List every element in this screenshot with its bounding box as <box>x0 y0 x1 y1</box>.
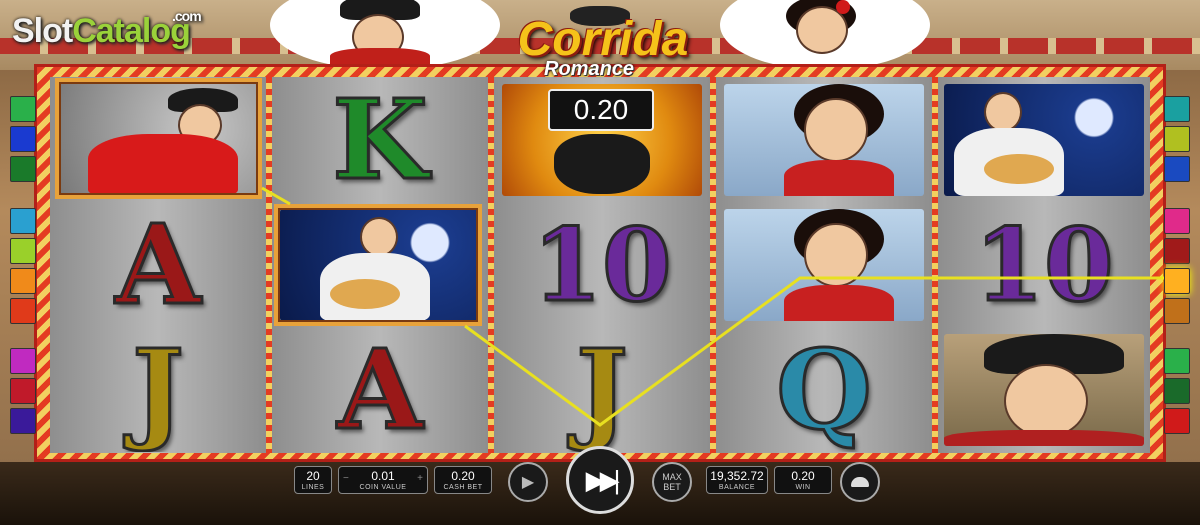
symbol-matador <box>938 327 1150 452</box>
payline-button[interactable] <box>10 348 36 374</box>
increase-icon[interactable]: + <box>417 473 423 484</box>
spin-button[interactable]: ▶▶| <box>566 446 634 514</box>
payline-button[interactable] <box>10 96 36 122</box>
play-icon: ▶ <box>521 474 535 491</box>
lines-selector[interactable]: 20 LINES <box>294 466 332 494</box>
reel-4: Q <box>716 77 932 453</box>
symbol-10: 10 <box>531 205 673 324</box>
payline-button[interactable] <box>10 126 36 152</box>
symbol-a: A <box>114 202 202 327</box>
payline-button-active[interactable] <box>1164 268 1190 294</box>
symbol-q: Q <box>775 327 874 452</box>
balance-display: 19,352.72 BALANCE <box>706 466 768 494</box>
payline-button[interactable] <box>10 378 36 404</box>
reel-3: 10 J <box>494 77 710 453</box>
reel-5: 10 <box>938 77 1150 453</box>
coin-value-selector[interactable]: − 0.01 COIN VALUE + <box>338 466 428 494</box>
game-title: Corrida Romance <box>517 13 689 81</box>
payline-button[interactable] <box>1164 408 1190 434</box>
payline-button[interactable] <box>10 408 36 434</box>
payline-button[interactable] <box>10 208 36 234</box>
win-highlight-guitarist <box>274 204 482 326</box>
senorita-character <box>780 0 870 64</box>
max-bet-button[interactable]: MAX BET <box>652 462 692 502</box>
payline-button[interactable] <box>1164 378 1190 404</box>
fast-forward-icon: ▶▶| <box>585 464 621 495</box>
decrease-icon[interactable]: − <box>343 473 349 484</box>
symbol-a: A <box>336 327 424 452</box>
payline-button[interactable] <box>1164 208 1190 234</box>
slotcatalog-logo: SlotCatalog .com <box>12 8 202 50</box>
symbol-k: K <box>331 77 430 202</box>
payline-button[interactable] <box>1164 238 1190 264</box>
line-win-amount: 0.20 <box>548 89 654 131</box>
payline-button[interactable] <box>1164 298 1190 324</box>
symbol-j: J <box>574 327 629 452</box>
cash-bet-display: 0.20 CASH BET <box>434 466 492 494</box>
payline-button[interactable] <box>1164 126 1190 152</box>
payline-button[interactable] <box>10 298 36 324</box>
symbol-j: J <box>130 327 185 452</box>
payline-button[interactable] <box>1164 348 1190 374</box>
win-display: 0.20 WIN <box>774 466 832 494</box>
symbol-senorita <box>716 77 932 202</box>
turtle-icon <box>851 477 869 487</box>
payline-button[interactable] <box>10 238 36 264</box>
payline-button[interactable] <box>1164 96 1190 122</box>
symbol-senorita <box>716 202 932 327</box>
payline-button[interactable] <box>1164 156 1190 182</box>
toreador-character <box>330 0 440 68</box>
payline-button[interactable] <box>10 156 36 182</box>
turbo-toggle-button[interactable] <box>840 462 880 502</box>
win-highlight-torero <box>55 78 262 199</box>
payline-button[interactable] <box>10 268 36 294</box>
symbol-10: 10 <box>973 205 1115 324</box>
autoplay-button[interactable]: ▶ <box>508 462 548 502</box>
symbol-guitarist <box>938 77 1150 202</box>
